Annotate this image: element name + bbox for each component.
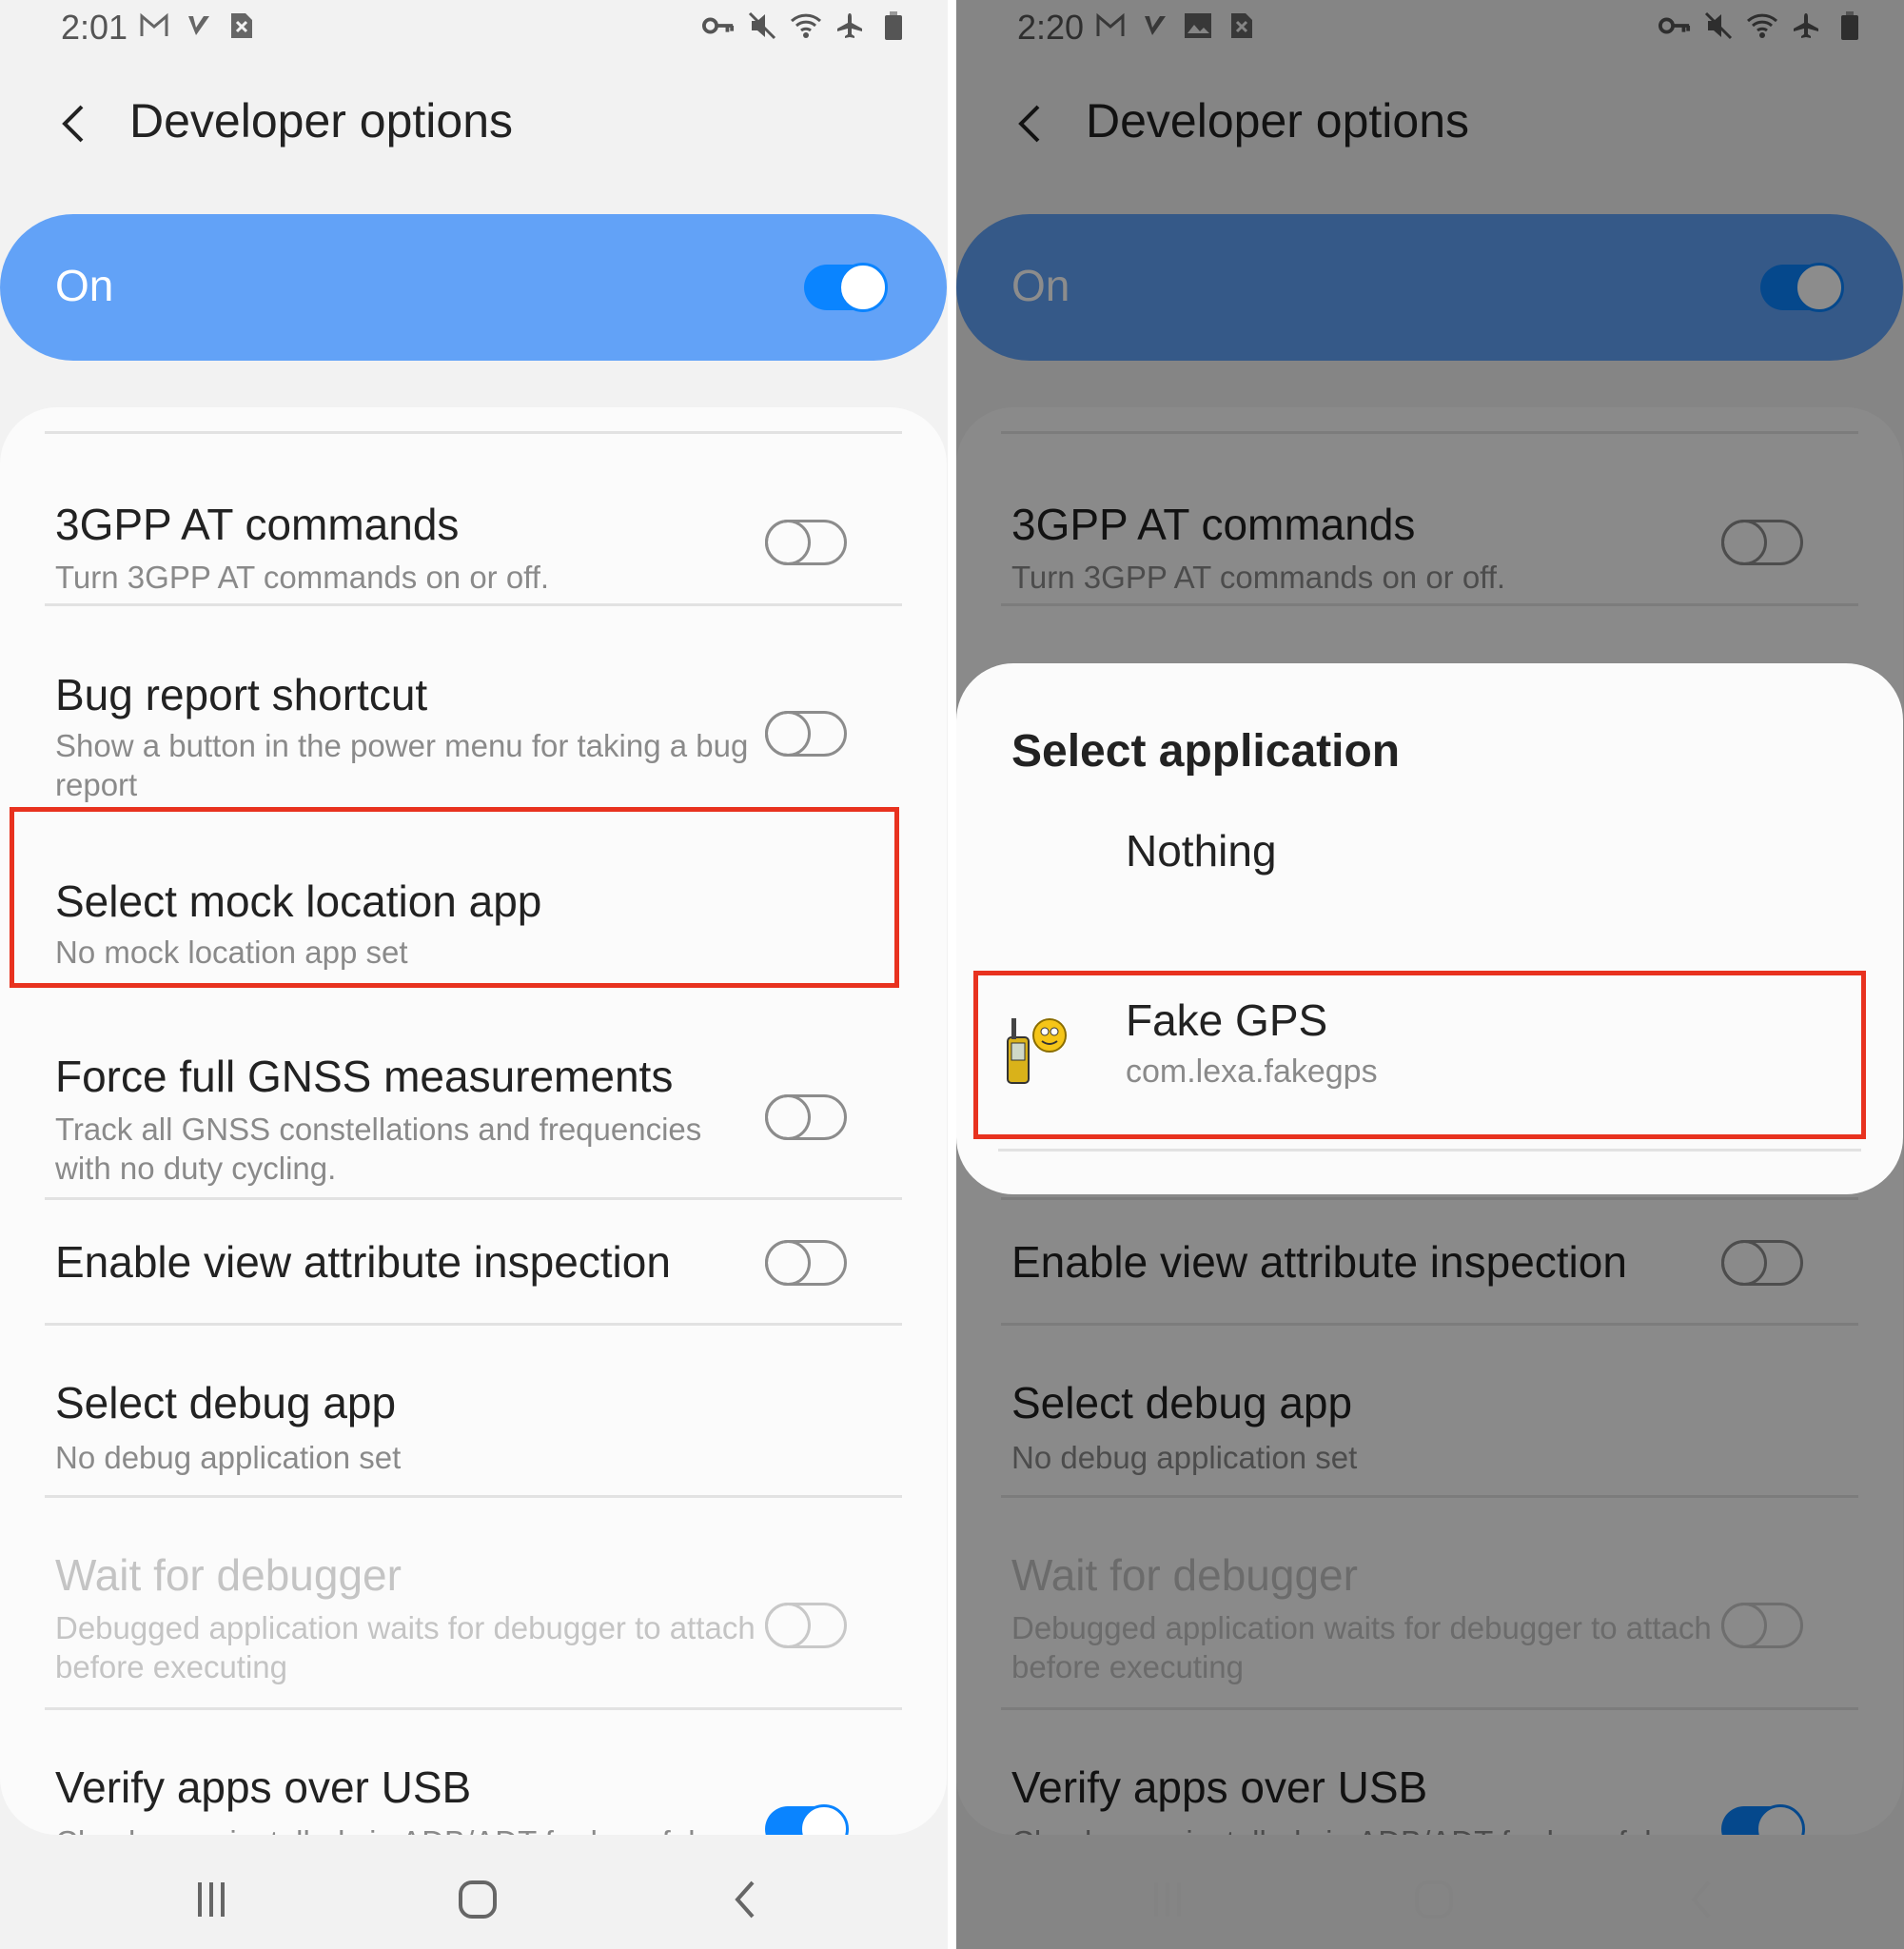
item-title: 3GPP AT commands	[55, 500, 460, 549]
item-title: Bug report shortcut	[55, 670, 428, 719]
left-screen: 2:01 Developer options On 3GPP AT comman…	[0, 0, 948, 1949]
list-item-select-debug-app[interactable]: Select debug app No debug application se…	[0, 1326, 947, 1497]
item-title: Force full GNSS measurements	[55, 1052, 674, 1101]
dialog-title: Select application	[1011, 726, 1401, 777]
toggle-force-full-gnss[interactable]	[765, 1094, 847, 1140]
item-subtitle: Show a button in the power menu for taki…	[55, 728, 749, 802]
master-toggle[interactable]	[804, 263, 888, 312]
item-title: Wait for debugger	[55, 1550, 402, 1600]
divider	[998, 1149, 1861, 1152]
item-title: Enable view attribute inspection	[55, 1237, 671, 1287]
navigation-bar	[0, 1837, 948, 1949]
toggle-3gpp-at-commands[interactable]	[765, 520, 847, 565]
option-label: Nothing	[1126, 826, 1277, 876]
highlight-box-fake-gps	[973, 971, 1866, 1139]
toggle-bug-report-shortcut[interactable]	[765, 711, 847, 757]
wifi-icon	[790, 10, 822, 42]
list-item-force-full-gnss[interactable]: Force full GNSS measurements Track all G…	[0, 992, 947, 1196]
item-title: Select debug app	[55, 1378, 397, 1427]
list-item-enable-view-attribute-inspection[interactable]: Enable view attribute inspection	[0, 1200, 947, 1324]
item-subtitle: Debugged application waits for debugger …	[55, 1610, 756, 1684]
sim-card-error-icon	[226, 10, 258, 42]
back-button[interactable]	[53, 95, 91, 152]
item-subtitle: No debug application set	[55, 1440, 402, 1475]
right-screen: 2:20 Developer options On 3GPP AT comman…	[956, 0, 1904, 1949]
mute-icon	[746, 10, 778, 42]
recents-icon[interactable]	[183, 1875, 240, 1924]
item-subtitle: Track all GNSS constellations and freque…	[55, 1112, 702, 1186]
item-title: Verify apps over USB	[55, 1762, 472, 1812]
vpn-key-icon	[702, 10, 735, 42]
home-icon[interactable]	[449, 1875, 506, 1924]
highlight-box-mock-location	[10, 807, 899, 988]
status-bar: 2:01	[0, 0, 948, 57]
item-subtitle: Check apps installed via ADB/ADT for har…	[55, 1822, 759, 1835]
master-switch-bar[interactable]: On	[0, 214, 947, 361]
list-item-wait-for-debugger: Wait for debugger Debugged application w…	[0, 1498, 947, 1707]
toggle-view-attribute-inspection[interactable]	[765, 1240, 847, 1286]
list-item-bug-report-shortcut[interactable]: Bug report shortcut Show a button in the…	[0, 606, 947, 811]
page-title: Developer options	[129, 94, 514, 148]
item-subtitle: Turn 3GPP AT commands on or off.	[55, 560, 550, 595]
toggle-verify-apps-over-usb[interactable]	[765, 1804, 849, 1835]
list-item-verify-apps-over-usb[interactable]: Verify apps over USB Check apps installe…	[0, 1710, 947, 1835]
airplane-icon	[834, 10, 866, 42]
check-v-icon	[182, 10, 214, 42]
settings-list: 3GPP AT commands Turn 3GPP AT commands o…	[0, 407, 947, 1835]
option-nothing[interactable]: Nothing	[956, 806, 1903, 901]
master-switch-label: On	[55, 261, 114, 310]
battery-icon	[877, 10, 910, 42]
back-nav-icon[interactable]	[716, 1875, 773, 1924]
list-item-3gpp-at-commands[interactable]: 3GPP AT commands Turn 3GPP AT commands o…	[0, 434, 947, 605]
status-time: 2:01	[61, 8, 128, 47]
gmail-icon	[138, 10, 170, 42]
app-header: Developer options	[0, 86, 948, 162]
toggle-wait-for-debugger	[765, 1603, 847, 1648]
